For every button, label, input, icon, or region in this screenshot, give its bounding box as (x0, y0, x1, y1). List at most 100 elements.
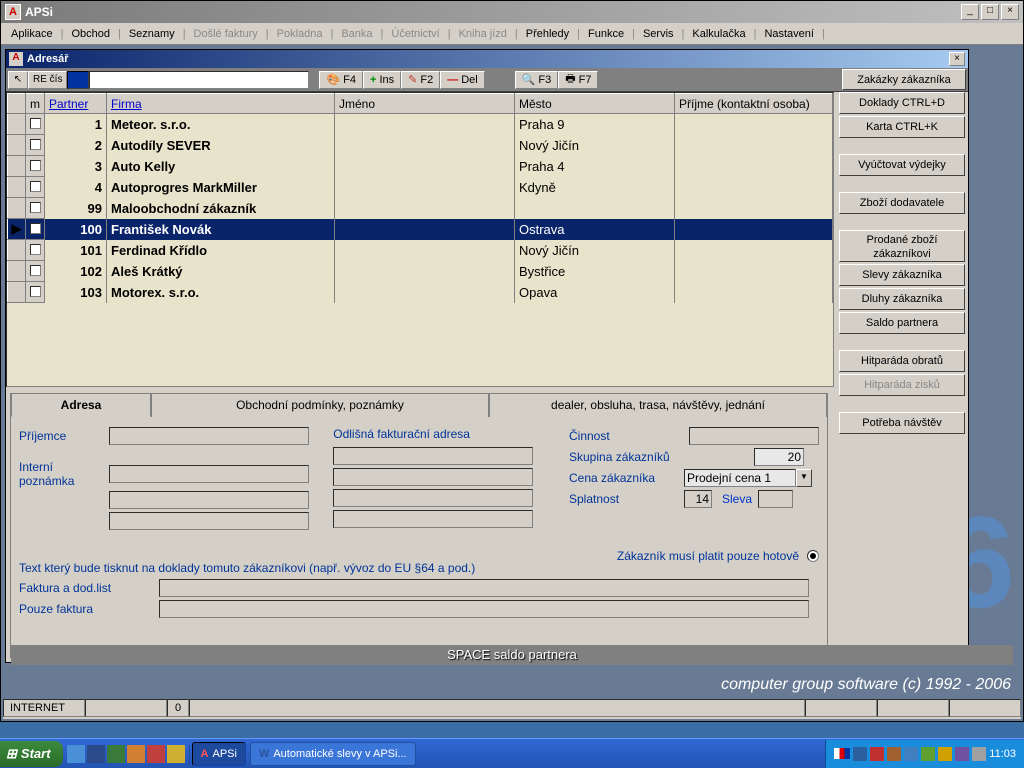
cinnost-input[interactable] (689, 427, 819, 445)
saldo-button[interactable]: Saldo partnera (839, 312, 965, 334)
f7-button[interactable]: 🖶F7 (558, 71, 598, 89)
task-apsi[interactable]: AAPSi (192, 742, 246, 766)
zbozi-dodavatele-button[interactable]: Zboží dodavatele (839, 192, 965, 214)
search-input[interactable] (89, 71, 309, 89)
data-grid[interactable]: m Partner Firma Jméno Město Příjme (kont… (6, 92, 834, 387)
tray-icon-6[interactable] (938, 747, 952, 761)
f3-button[interactable]: 🔍F3 (515, 71, 559, 89)
f4-button[interactable]: 🎨F4 (319, 71, 363, 89)
potreba-navstev-button[interactable]: Potřeba návštěv (839, 412, 965, 434)
tray-icon-5[interactable] (921, 747, 935, 761)
menu-prehledy[interactable]: Přehledy (520, 26, 575, 42)
prijemce-input[interactable] (109, 427, 309, 445)
col-firma[interactable]: Firma (107, 94, 335, 114)
menu-funkce[interactable]: Funkce (582, 26, 630, 42)
odlisna-input-2[interactable] (333, 468, 533, 486)
menu-nastaveni[interactable]: Nastavení (758, 26, 820, 42)
odlisna-input-3[interactable] (333, 489, 533, 507)
doklady-button[interactable]: Doklady CTRL+D (839, 92, 965, 114)
table-row[interactable]: 101Ferdinad KřídloNový Jičín (8, 240, 833, 261)
f2-button[interactable]: ✎F2 (401, 71, 440, 89)
chevron-down-icon[interactable]: ▼ (796, 469, 812, 487)
ql-firefox-icon[interactable] (127, 745, 145, 763)
vyuctovat-button[interactable]: Vyúčtovat výdejky (839, 154, 965, 176)
tab-adresa[interactable]: Adresa (11, 393, 151, 417)
table-row[interactable]: 99Maloobchodní zákazník (8, 198, 833, 219)
zakazky-button[interactable]: Zakázky zákazníka (842, 69, 966, 90)
re-cislo-button[interactable]: RE čís (28, 71, 67, 89)
ql-save-icon[interactable] (87, 745, 105, 763)
menu-pokladna[interactable]: Pokladna (271, 26, 329, 42)
maximize-button[interactable]: □ (981, 4, 999, 20)
prodane-zbozi-button[interactable]: Prodané zboží zákazníkovi (839, 230, 965, 262)
pouze-faktura-input[interactable] (159, 600, 809, 618)
tab-obchodni-podminky[interactable]: Obchodní podmínky, poznámky (151, 393, 489, 417)
ins-button[interactable]: +Ins (363, 71, 401, 89)
ql-globe-icon[interactable] (107, 745, 125, 763)
tray-icon-7[interactable] (955, 747, 969, 761)
tray-icon-2[interactable] (870, 747, 884, 761)
dluhy-button[interactable]: Dluhy zákazníka (839, 288, 965, 310)
splatnost-label: Splatnost (569, 492, 684, 506)
app-icon: A (5, 4, 21, 20)
col-mesto[interactable]: Město (515, 94, 675, 114)
hotove-radio[interactable] (807, 550, 819, 562)
corner-button[interactable]: ↖ (8, 71, 28, 89)
col-m[interactable]: m (26, 94, 45, 114)
tray-icon-1[interactable] (853, 747, 867, 761)
apsi-icon: A (201, 743, 209, 765)
status-empty-1 (85, 699, 167, 717)
menu-servis[interactable]: Servis (637, 26, 680, 42)
start-button[interactable]: ⊞Start (0, 741, 63, 767)
minimize-button[interactable]: _ (961, 4, 979, 20)
col-partner[interactable]: Partner (45, 94, 107, 114)
menu-kniha-jizd[interactable]: Kniha jízd (453, 26, 513, 42)
menu-kalkulacka[interactable]: Kalkulačka (686, 26, 751, 42)
splatnost-value[interactable]: 14 (684, 490, 712, 508)
faktura-dod-input[interactable] (159, 579, 809, 597)
ql-ie-icon[interactable] (67, 745, 85, 763)
menu-dosle-faktury[interactable]: Došlé faktury (188, 26, 264, 42)
col-prijme[interactable]: Příjme (kontaktní osoba) (675, 94, 833, 114)
table-row[interactable]: 2Autodíly SEVERNový Jičín (8, 135, 833, 156)
karta-button[interactable]: Karta CTRL+K (839, 116, 965, 138)
hitparada-obratu-button[interactable]: Hitparáda obratů (839, 350, 965, 372)
menu-ucetnictvi[interactable]: Účetnictví (385, 26, 445, 42)
table-row[interactable]: ▶100František NovákOstrava (8, 219, 833, 240)
del-button[interactable]: —Del (440, 71, 485, 89)
col-jmeno[interactable]: Jméno (335, 94, 515, 114)
interni-input-2[interactable] (109, 491, 309, 509)
table-row[interactable]: 102Aleš KrátkýBystřice (8, 261, 833, 282)
skupina-value[interactable]: 20 (754, 448, 804, 466)
ql-opera-icon[interactable] (147, 745, 165, 763)
table-row[interactable]: 103Motorex. s.r.o.Opava (8, 282, 833, 303)
menu-obchod[interactable]: Obchod (65, 26, 116, 42)
sleva-link[interactable]: Sleva (722, 492, 752, 506)
interni-input-3[interactable] (109, 512, 309, 530)
menu-seznamy[interactable]: Seznamy (123, 26, 181, 42)
tray-icon-4[interactable] (904, 747, 918, 761)
tab-dealer[interactable]: dealer, obsluha, trasa, návštěvy, jednán… (489, 393, 827, 417)
menu-aplikace[interactable]: Aplikace (5, 26, 59, 42)
table-row[interactable]: 1Meteor. s.r.o.Praha 9 (8, 114, 833, 135)
clock[interactable]: 11:03 (989, 748, 1016, 760)
side-buttons: Doklady CTRL+D Karta CTRL+K Vyúčtovat vý… (839, 92, 965, 436)
child-close-button[interactable]: × (949, 52, 965, 66)
cena-combo[interactable]: Prodejní cena 1▼ (684, 469, 812, 487)
menu-banka[interactable]: Banka (335, 26, 378, 42)
close-button[interactable]: × (1001, 4, 1019, 20)
tray-icon-3[interactable] (887, 747, 901, 761)
blue-box[interactable] (67, 71, 89, 89)
tray-icon-8[interactable] (972, 747, 986, 761)
table-row[interactable]: 3Auto KellyPraha 4 (8, 156, 833, 177)
language-icon[interactable] (834, 748, 850, 759)
odlisna-input-4[interactable] (333, 510, 533, 528)
interni-input-1[interactable] (109, 465, 309, 483)
task-word[interactable]: WAutomatické slevy v APSi... (250, 742, 416, 766)
odlisna-input-1[interactable] (333, 447, 533, 465)
table-row[interactable]: 4Autoprogres MarkMillerKdyně (8, 177, 833, 198)
hitparada-zisku-button[interactable]: Hitparáda zisků (839, 374, 965, 396)
sleva-input[interactable] (758, 490, 793, 508)
slevy-button[interactable]: Slevy zákazníka (839, 264, 965, 286)
ql-folder-icon[interactable] (167, 745, 185, 763)
